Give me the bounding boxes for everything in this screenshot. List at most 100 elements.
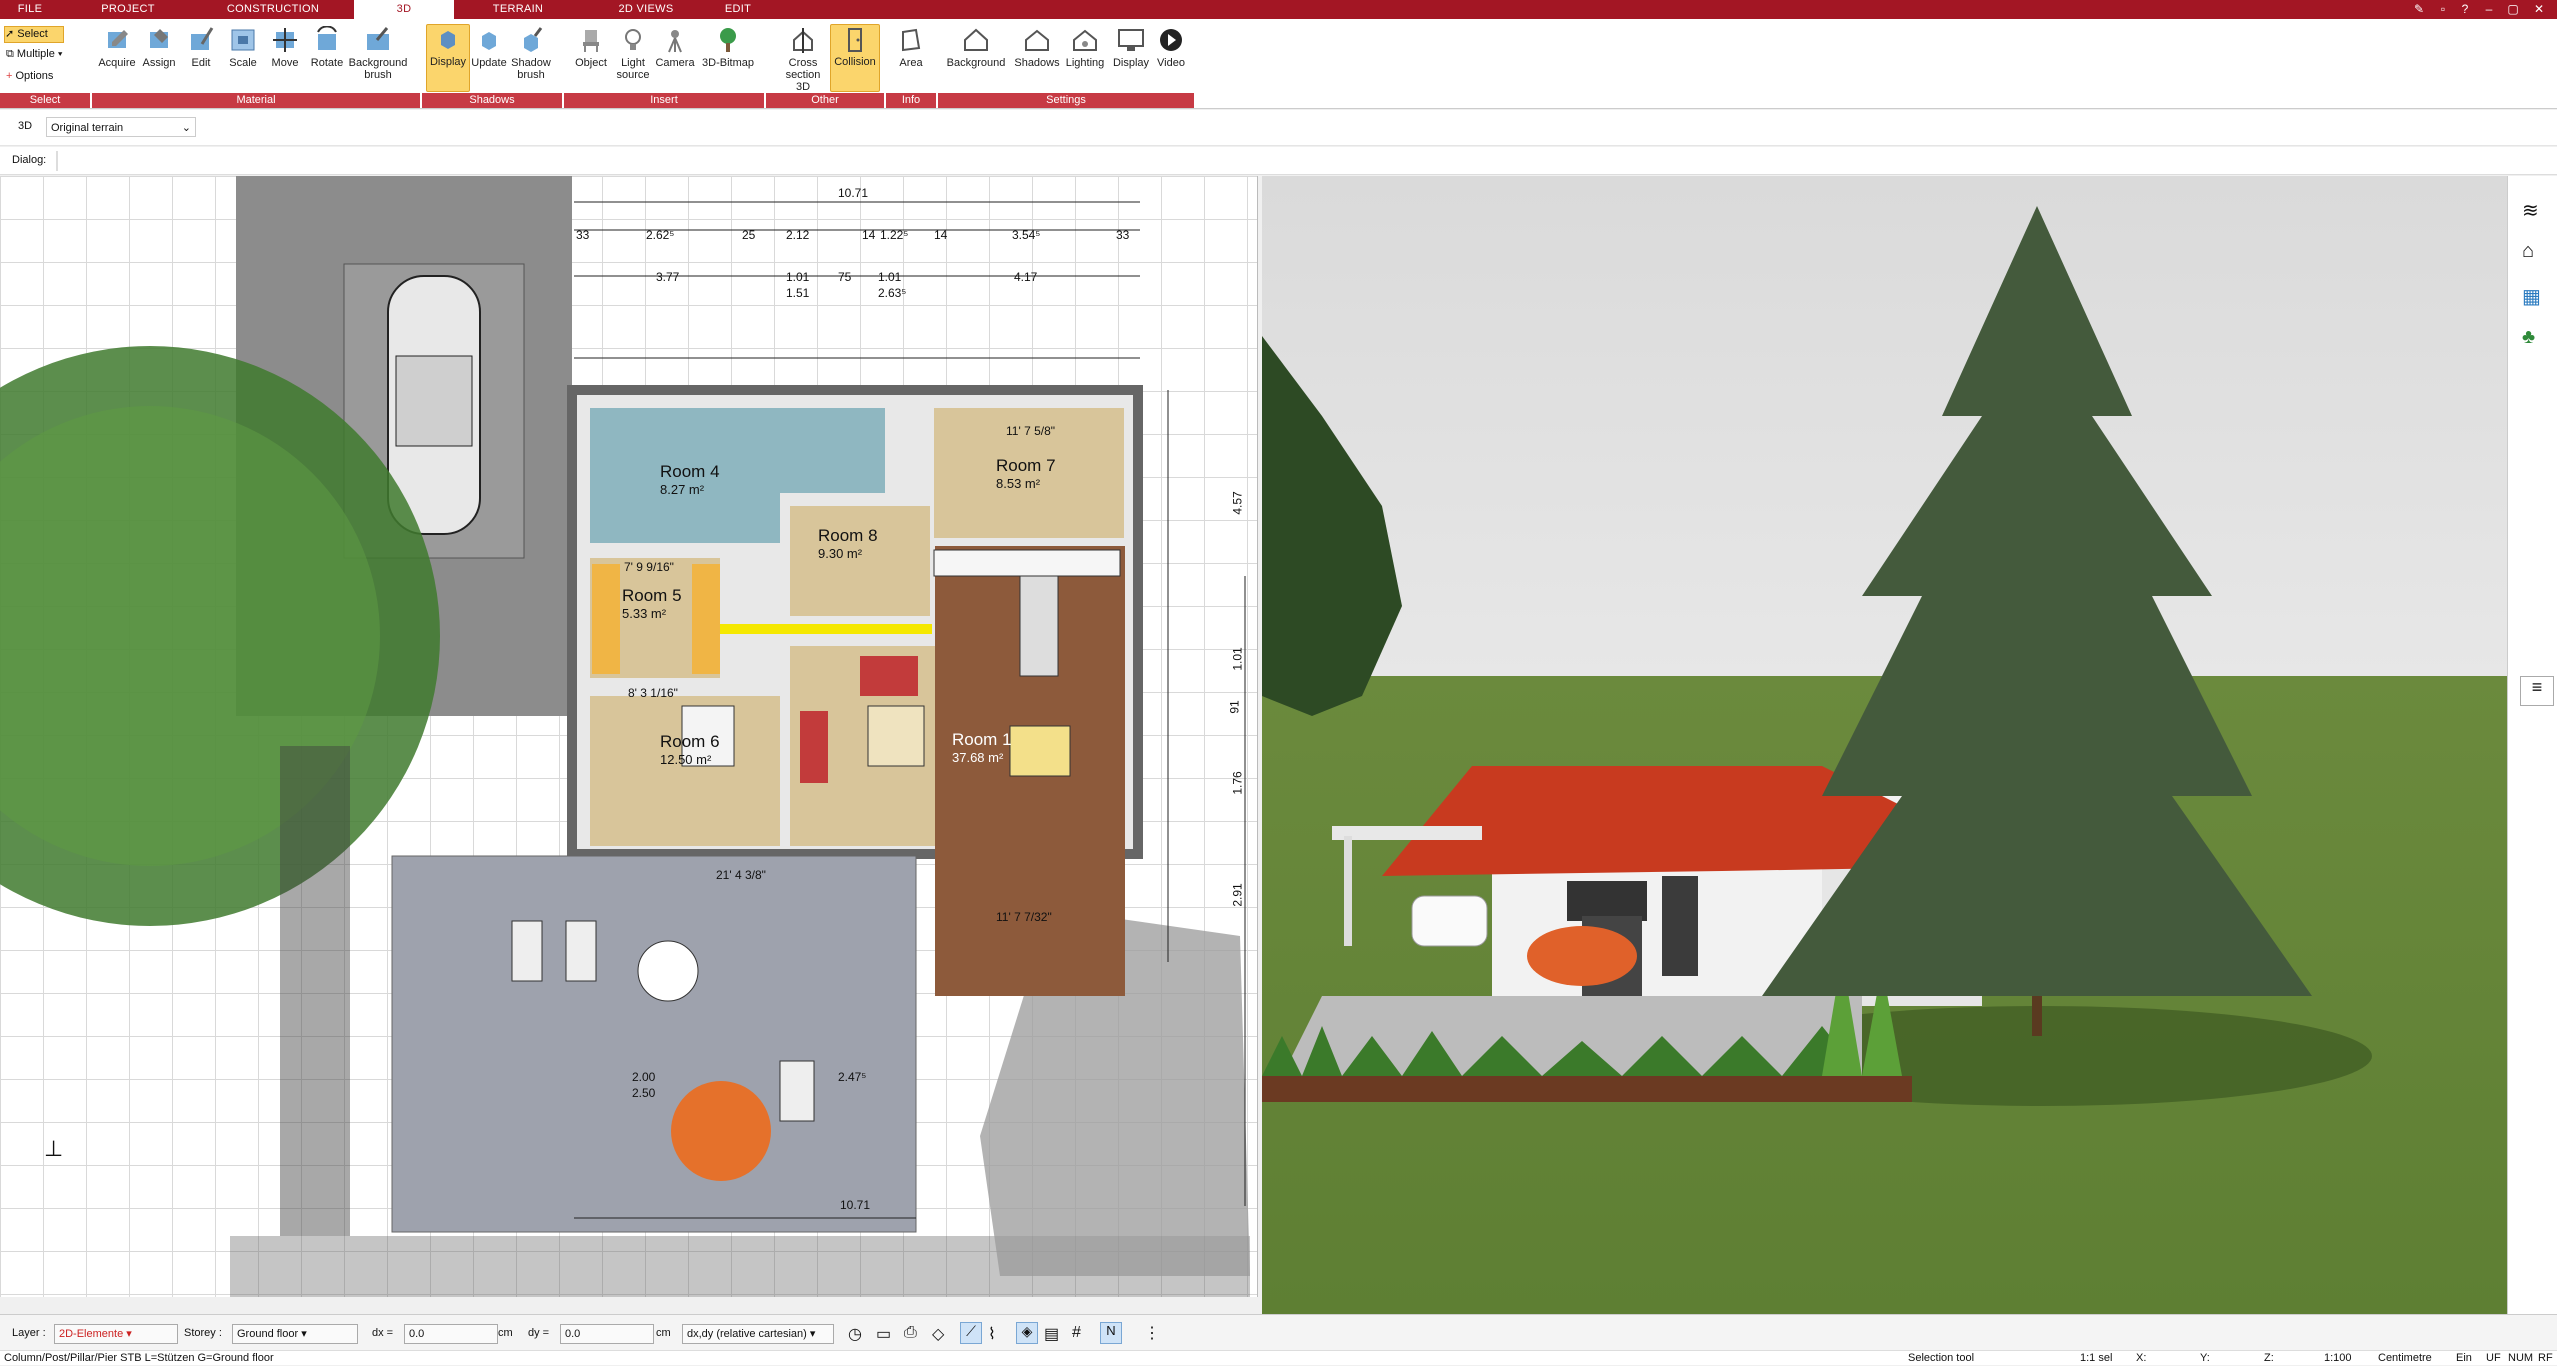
minimize-icon[interactable]: –	[2478, 0, 2500, 19]
tab-project[interactable]: PROJECT	[92, 0, 164, 19]
window-3d-2	[1662, 876, 1698, 976]
terrace	[391, 855, 917, 1233]
menu-toggle-icon[interactable]: ≡	[2520, 676, 2554, 706]
restore-ribbon-icon[interactable]: ▫	[2432, 0, 2454, 19]
dim-d5: 1.22⁵	[880, 228, 909, 242]
collision-button[interactable]: Collision	[830, 24, 880, 92]
coffee-table-icon	[867, 705, 925, 767]
shadows-settings-button[interactable]: Shadows	[1012, 26, 1062, 69]
room-5-area: 5.33 m²	[622, 606, 667, 621]
catch-icon[interactable]: ◈	[1016, 1322, 1038, 1344]
tools-icon[interactable]: ✎	[2408, 0, 2430, 19]
shadow-brush-icon	[516, 26, 546, 54]
dy-label: dy =	[528, 1327, 550, 1339]
status-selection: 1:1 sel	[2080, 1352, 2113, 1364]
move-button[interactable]: Move	[264, 26, 306, 69]
shadow-brush-button[interactable]: Shadow brush	[510, 26, 552, 81]
assign-button[interactable]: Assign	[138, 26, 180, 69]
snap-icon[interactable]: ⟋	[960, 1322, 982, 1344]
rotate-button[interactable]: Rotate	[306, 25, 348, 69]
menu-bar: FILE PROJECT CONSTRUCTION 3D TERRAIN 2D …	[0, 0, 2557, 19]
tab-construction[interactable]: CONSTRUCTION	[218, 0, 328, 19]
lounger-1-icon	[511, 920, 543, 982]
dim-right1: 4.57	[1230, 491, 1245, 515]
3d-view[interactable]	[1262, 176, 2507, 1314]
multiple-button[interactable]: ⧉ Multiple ▾	[6, 47, 63, 62]
scale-icon	[228, 26, 258, 54]
camera-button[interactable]: Camera	[654, 26, 696, 69]
dy-input[interactable]: 0.0	[560, 1324, 654, 1344]
dialog-label: Dialog:	[12, 154, 47, 166]
hatch-icon[interactable]: ▤	[1044, 1324, 1059, 1344]
tab-3d[interactable]: 3D	[354, 0, 454, 19]
dx-input[interactable]: 0.0	[404, 1324, 498, 1344]
plants-icon[interactable]: ♣	[2522, 326, 2535, 349]
dy-unit: cm	[656, 1327, 671, 1339]
status-hint: Column/Post/Pillar/Pier STB L=Stützen G=…	[4, 1352, 274, 1364]
camera-icon	[660, 26, 690, 54]
layer-select[interactable]: 2D-Elemente ▾	[54, 1324, 178, 1344]
display-settings-button[interactable]: Display	[1108, 26, 1154, 69]
materials-icon[interactable]: ▦	[2522, 284, 2541, 309]
window-3d-1	[1567, 881, 1647, 921]
shadows-update-button[interactable]: Update	[468, 26, 510, 69]
dim-r2f: 2.63⁵	[878, 286, 907, 300]
background-settings-button[interactable]: Background	[944, 26, 1008, 69]
layers-small-icon[interactable]: ◇	[932, 1324, 944, 1344]
group-label-settings: Settings	[938, 93, 1194, 108]
room-8-floor	[790, 506, 930, 616]
shadows-display-button[interactable]: Display	[426, 24, 470, 92]
options-button[interactable]: + Options	[6, 69, 53, 84]
dx-unit: cm	[498, 1327, 513, 1339]
selected-wall[interactable]	[720, 624, 932, 634]
maximize-icon[interactable]: ▢	[2502, 0, 2524, 19]
insert-object-button[interactable]: Object	[570, 26, 612, 69]
help-icon[interactable]: ?	[2454, 0, 2476, 19]
floor-plan-view[interactable]: Room 4 8.27 m² Room 7 8.53 m² Room 8 9.3…	[0, 176, 1258, 1297]
terrain-select[interactable]: Original terrain ⌄	[46, 117, 196, 137]
close-icon[interactable]: ✕	[2528, 0, 2550, 19]
kitchen-row-icon	[933, 549, 1121, 577]
tab-file[interactable]: FILE	[8, 0, 52, 19]
chair-terrace-icon	[779, 1060, 815, 1122]
tab-terrain[interactable]: TERRAIN	[482, 0, 554, 19]
tree-left-3d	[1262, 336, 1402, 716]
background-brush-icon	[363, 26, 393, 54]
tab-2d-views[interactable]: 2D VIEWS	[604, 0, 688, 19]
scale-button[interactable]: Scale	[222, 26, 264, 69]
chair-catalog-icon[interactable]: ⌂	[2522, 240, 2534, 263]
layers-icon[interactable]: ≋	[2522, 198, 2539, 223]
dim-r2a: 3.77	[656, 270, 680, 284]
house-shadow-icon	[1022, 26, 1052, 54]
lighting-button[interactable]: Lighting	[1062, 26, 1108, 69]
area-button[interactable]: Area	[890, 26, 932, 69]
ortho-icon[interactable]: ⌇	[988, 1324, 996, 1344]
more-options-icon[interactable]: ⋮	[1144, 1323, 1160, 1343]
carport-roof-3d	[1332, 826, 1482, 840]
storey-select[interactable]: Ground floor ▾	[232, 1324, 358, 1344]
background-brush-button[interactable]: Background brush	[348, 26, 408, 81]
room-1-area: 37.68 m²	[952, 750, 1004, 765]
parasol-icon	[671, 1081, 771, 1181]
dim-d1: 2.62⁵	[646, 228, 675, 242]
floor-plan-drawing	[0, 176, 1250, 1297]
tab-edit[interactable]: EDIT	[716, 0, 760, 19]
cross-section-3d-button[interactable]: Cross section 3D	[778, 26, 828, 93]
light-source-button[interactable]: Light source	[612, 26, 654, 81]
shadow-update-icon	[474, 26, 504, 54]
car-3d	[1411, 895, 1488, 947]
dim-terrace4: 21' 4 3/8"	[716, 868, 766, 882]
round-table-icon	[637, 940, 699, 1002]
acquire-button[interactable]: Acquire	[96, 26, 138, 69]
camera-small-icon[interactable]: ⎙	[904, 1324, 917, 1342]
select-button[interactable]: ➚ Select	[4, 26, 64, 43]
coord-mode-select[interactable]: dx,dy (relative cartesian) ▾	[682, 1324, 834, 1344]
edit-material-button[interactable]: Edit	[180, 26, 222, 69]
bitmap-3d-button[interactable]: 3D-Bitmap	[700, 26, 756, 69]
video-button[interactable]: Video	[1150, 26, 1192, 69]
monitor-small-icon[interactable]: ▭	[876, 1324, 891, 1344]
status-x: X:	[2136, 1352, 2147, 1364]
grid-icon[interactable]: #	[1072, 1324, 1081, 1342]
clock-icon[interactable]: ◷	[848, 1324, 862, 1344]
north-icon[interactable]: N	[1100, 1322, 1122, 1344]
